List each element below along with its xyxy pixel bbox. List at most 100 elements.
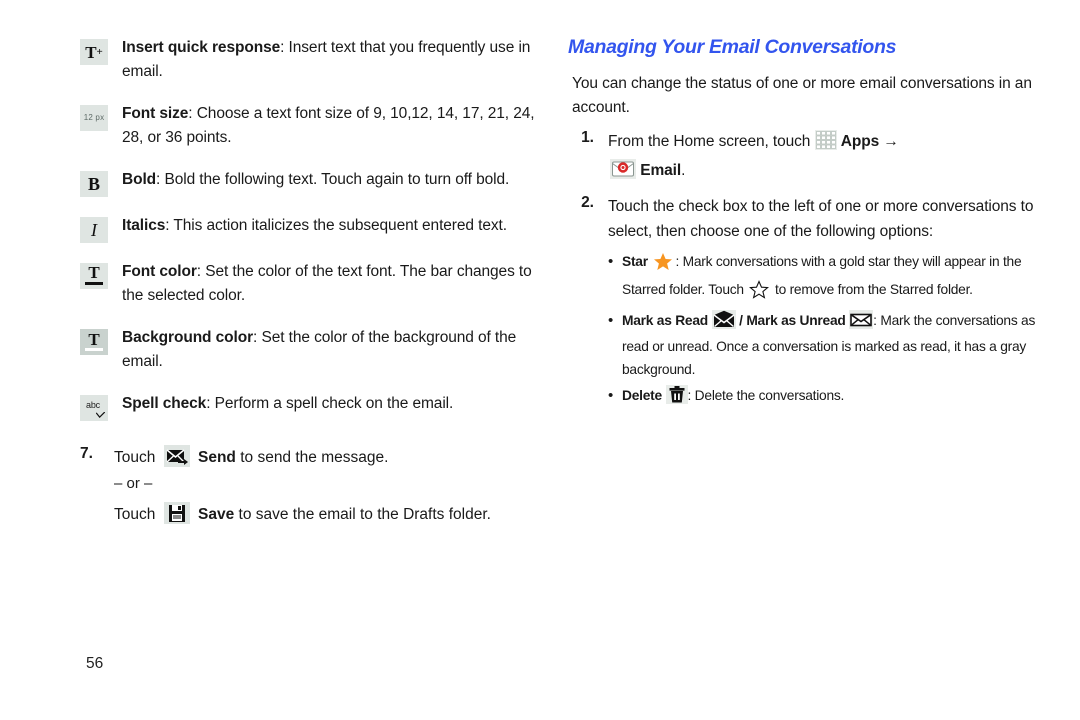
step-body: From the Home screen, touch Apps → Email… [608,129,1038,187]
definition-separator: : [196,262,206,280]
font-size-icon: 12 px [80,104,108,131]
star-filled-glyph [654,253,673,271]
icon-cell: abc [80,392,122,421]
definition-row: 12 px Font size: Choose a text font size… [80,102,540,151]
bullet-text: Delete : Delete the conversations. [622,385,1038,411]
definition-separator: : [206,394,215,412]
bullet-term: Delete [622,388,662,404]
touch-label: Touch [114,506,156,524]
options-list: • Star : Mark conversations with a gold … [608,251,1038,411]
envelope-open-glyph [711,310,736,330]
step-body: Touch the check box to the left of one o… [608,198,1034,241]
definition-separator: : [188,104,197,122]
bullet-marker: • [608,387,614,405]
font-color-icon: T [80,262,108,289]
definition-term: Background color [122,328,254,346]
arrow-glyph: → [883,132,899,150]
italics-icon: I [80,216,108,243]
bullet-term-2: Mark as Unread [746,313,846,329]
send-icon [163,444,190,467]
step-1: 1. From the Home screen, touch Apps → Em… [568,129,1038,187]
bullet-marker: • [608,312,614,330]
definition-row: T Background color: Set the color of the… [80,326,540,375]
definition-row: I Italics: This action italicizes the su… [80,214,540,243]
bullet-star-text-2: to remove from the Starred folder. [771,281,973,297]
step-2: 2. Touch the check box to the left of on… [568,194,1038,244]
step-7: 7. Touch Send to send the message. – or … [80,444,540,528]
bold-icon-label: B [87,173,100,194]
definition-text: Insert quick response: Insert text that … [122,36,540,85]
definition-description: This action italicizes the subsequent en… [173,216,507,234]
section-heading: Managing Your Email Conversations [568,36,897,58]
step-1-post: . [681,162,686,180]
bullet-delete-text: : Delete the conversations. [687,388,845,404]
trash-icon [665,385,688,411]
email-label: Email [640,162,682,180]
definition-row: abc Spell check: Perform a spell check o… [80,392,540,421]
definition-term: Spell check [122,394,207,412]
document-page: T + Insert quick response: Insert text th… [0,0,1080,720]
star-outline-glyph [749,279,770,299]
icon-cell: T + [80,36,122,65]
right-column: Managing Your Email Conversations You ca… [568,36,1038,415]
definition-description: Perform a spell check on the email. [214,394,454,412]
bullet-delete: • Delete : Delete the conversations. [608,385,1038,411]
definition-term: Insert quick response [122,39,281,56]
apps-grid-glyph [814,129,837,150]
bullet-marker: • [608,253,614,271]
italics-icon-label: I [91,219,97,240]
insert-quick-response-icon: T + [80,39,108,65]
apps-grid-icon [814,129,837,158]
definition-text: Bold: Bold the following text. Touch aga… [122,168,540,192]
font-size-icon-label: 12 px [83,112,105,122]
step-number: 1. [581,128,594,146]
save-term: Save [198,506,235,524]
definition-text: Spell check: Perform a spell check on th… [122,392,540,416]
email-icon [610,159,636,187]
background-color-bar [85,347,103,351]
send-line: Touch Send to send the message. [114,444,540,470]
definition-term: Font size [122,104,189,122]
font-color-bar [85,281,103,285]
bullet-separator: / [735,313,747,329]
background-color-icon: T [80,328,108,355]
floppy-disk-glyph [168,505,185,523]
definition-row: T + Insert quick response: Insert text th… [80,36,540,85]
page-number: 56 [86,655,104,672]
send-envelope-glyph [166,449,188,465]
bullet-term: Star [622,254,648,270]
trash-can-glyph [665,385,688,405]
send-term: Send [198,448,236,466]
bold-icon: B [80,170,108,197]
icon-cell: 12 px [80,102,122,131]
definition-term: Italics [122,216,166,234]
bullet-mark-read-unread: • Mark as Read / Mark as Unread: Mark t… [608,310,1038,381]
step-number: 7. [80,444,93,462]
step-number: 2. [581,194,594,212]
bullet-term: Mark as Read [622,313,708,329]
definition-text: Italics: This action italicizes the subs… [122,214,540,238]
definition-term: Font color [122,262,197,280]
apps-label: Apps [840,132,880,150]
section-intro: You can change the status of one or more… [572,75,1032,117]
envelope-open-icon [711,310,736,336]
step-body: Touch Send to send the message. – or – T… [114,444,540,528]
envelope-closed-icon [849,310,874,336]
email-envelope-glyph [610,159,636,180]
icon-cell: T [80,260,122,289]
definition-term: Bold [122,170,157,188]
send-rest: to send the message. [235,448,389,466]
star-filled-icon [653,252,673,278]
definition-separator: : [280,39,289,56]
bullet-text: Mark as Read / Mark as Unread: Mark the… [622,310,1038,381]
definition-text: Font color: Set the color of the text fo… [122,260,540,309]
save-line: Touch Save to save the email to the Draf… [114,502,540,527]
save-rest: to save the email to the Drafts folder. [234,506,491,524]
envelope-closed-glyph [849,310,874,330]
touch-label: Touch [114,448,156,466]
check-mark-icon [96,411,105,418]
star-outline-icon [749,279,770,306]
save-icon [163,502,190,525]
definition-description: Bold the following text. Touch again to … [164,170,510,188]
definition-row: T Font color: Set the color of the text … [80,260,540,309]
